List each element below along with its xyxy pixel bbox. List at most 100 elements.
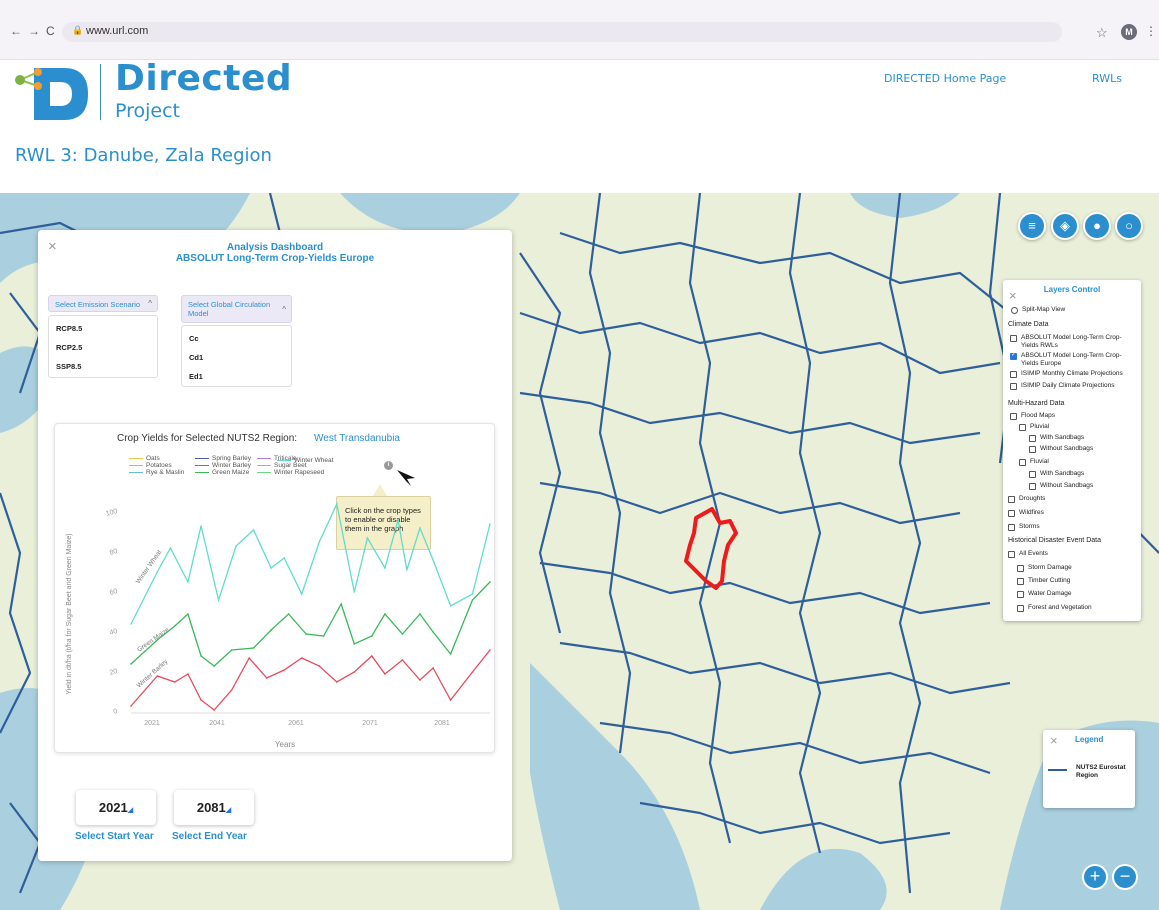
layer-flood-maps[interactable]: Flood Maps [1010,412,1055,420]
layers-icon[interactable]: ◈ [1051,212,1079,240]
location-icon[interactable]: ● [1083,212,1111,240]
layer-wildfires[interactable]: Wildfires [1008,509,1044,517]
data-point [173,625,176,627]
legend-item-potatoes[interactable]: Potatoes [129,462,172,469]
legend-item-sugar-beet[interactable]: Sugar Beet [257,462,307,469]
legend-swatch [129,471,143,474]
x-tick-label: 2021 [144,720,160,727]
search-icon[interactable]: ○ [1115,212,1143,240]
series-line-green-maize[interactable] [130,581,491,667]
data-point [252,529,255,531]
data-point [471,599,474,601]
layer-droughts[interactable]: Droughts [1008,495,1045,503]
series-line-winter-wheat[interactable] [130,501,491,625]
data-point [489,523,491,525]
address-bar[interactable]: 🔒 www.url.com [62,22,1062,42]
end-year-picker[interactable]: 2081◢ [174,790,254,825]
layer-pluvial-with-sandbags[interactable]: With Sandbags [1029,434,1084,442]
back-arrow-icon[interactable]: ← [10,24,22,38]
layer-fluvial-with-sandbags[interactable]: With Sandbags [1029,470,1084,478]
gcm-option-cc[interactable]: Cc [189,334,199,343]
data-point [432,667,434,669]
emission-select-label: Select Emission Scenario [55,300,141,309]
layer-water-damage[interactable]: Water Damage [1017,590,1071,598]
info-icon[interactable]: i [384,461,393,470]
gcm-option-cd1[interactable]: Cd1 [189,353,203,362]
data-point [230,689,233,691]
profile-avatar[interactable]: M [1121,24,1137,40]
data-point [384,567,386,569]
nav-link-home[interactable]: DIRECTED Home Page [884,72,1006,85]
layer-label: ISIMIP Daily Climate Projections [1021,382,1115,389]
gcm-option-ed1[interactable]: Ed1 [189,372,203,381]
legend-label: Green Maize [212,469,250,476]
legend-title: Legend [1075,735,1104,744]
layer-isimip-monthly[interactable]: ISIMIP Monthly Climate Projections [1010,370,1140,378]
series-inline-label: Green Maize [136,626,171,653]
layer-pluvial-without-sandbags[interactable]: Without Sandbags [1029,445,1093,453]
emission-option-ssp85[interactable]: SSP8.5 [56,362,81,371]
layer-absolut-rwls[interactable]: ABSOLUT Model Long-Term Crop-Yields RWLs [1010,334,1135,349]
data-point [252,647,255,649]
menu-icon[interactable]: ≡ [1018,212,1046,240]
legend-item-winter-rapeseed[interactable]: Winter Rapeseed [257,469,324,476]
legend-item-oats[interactable]: Oats [129,455,160,462]
split-map-radio[interactable]: Split-Map View [1011,306,1065,314]
layer-storms[interactable]: Storms [1008,523,1040,531]
chart-region-name: West Transdanubia [314,433,400,444]
zoom-out-button[interactable]: − [1112,864,1138,890]
checkbox-icon [1010,383,1017,390]
legend-swatch [129,464,143,467]
data-point [187,673,189,675]
x-tick-label: 2081 [434,720,450,727]
legend-close-icon[interactable]: × [1050,733,1058,748]
start-year-picker[interactable]: 2021◢ [76,790,156,825]
legend-item-rye-maslin[interactable]: Rye & Maslin [129,469,184,476]
nav-link-rwls[interactable]: RWLs [1092,72,1122,85]
dashboard-title-line2: ABSOLUT Long-Term Crop-Yields Europe [175,253,375,264]
layer-label: ABSOLUT Model Long-Term Crop-Yields Euro… [1021,352,1122,367]
crop-yield-chart-card: Crop Yields for Selected NUTS2 Region: W… [54,423,495,753]
layer-timber-cutting[interactable]: Timber Cutting [1017,577,1070,585]
y-tick-label: 60 [109,588,118,597]
zoom-in-button[interactable]: + [1082,864,1108,890]
brand-title: Directed [115,58,293,99]
layer-fluvial-without-sandbags[interactable]: Without Sandbags [1029,482,1093,490]
emission-option-rcp25[interactable]: RCP2.5 [56,343,82,352]
legend-item-green-maize[interactable]: Green Maize [195,469,249,476]
emission-option-rcp85[interactable]: RCP8.5 [56,324,82,333]
emission-scenario-select[interactable]: Select Emission Scenario ^ [48,295,158,312]
data-point [156,675,159,677]
data-point [370,655,373,657]
dashboard-title: Analysis Dashboard ABSOLUT Long-Term Cro… [38,242,512,264]
legend-item-spring-barley[interactable]: Spring Barley [195,455,251,462]
layer-label: Flood Maps [1021,412,1055,419]
forward-arrow-icon[interactable]: → [28,24,40,38]
bookmark-star-icon[interactable]: ☆ [1096,25,1108,41]
reload-icon[interactable]: C [46,24,55,38]
directed-logo[interactable] [12,62,92,122]
data-point [283,669,286,671]
layer-isimip-daily[interactable]: ISIMIP Daily Climate Projections [1010,382,1140,390]
gcm-select[interactable]: Select Global Circulation Model ^ [181,295,292,323]
layer-absolut-europe[interactable]: ABSOLUT Model Long-Term Crop-Yields Euro… [1010,352,1135,367]
layer-all-events[interactable]: All Events [1008,550,1048,558]
checkbox-icon [1029,435,1036,442]
browser-menu-icon[interactable]: ⋮ [1145,24,1157,38]
data-point [318,541,321,543]
layer-pluvial[interactable]: Pluvial [1019,423,1049,431]
data-point [419,679,421,681]
layer-storm-damage[interactable]: Storm Damage [1017,564,1072,572]
historical-header: Historical Disaster Event Data [1008,537,1101,544]
legend-item-winter-barley[interactable]: Winter Barley [195,462,251,469]
data-point [340,603,342,605]
legend-swatch [195,457,209,460]
series-line-winter-barley[interactable] [130,649,491,711]
dashboard-title-line1: Analysis Dashboard [226,242,324,253]
cursor-arrow-icon [397,470,415,486]
layer-fluvial[interactable]: Fluvial [1019,458,1049,466]
radio-icon [1011,307,1018,314]
y-tick-label: 0 [113,708,119,716]
layer-forest-vegetation[interactable]: Forest and Vegetation [1017,604,1092,612]
y-tick-label: 80 [109,548,118,557]
